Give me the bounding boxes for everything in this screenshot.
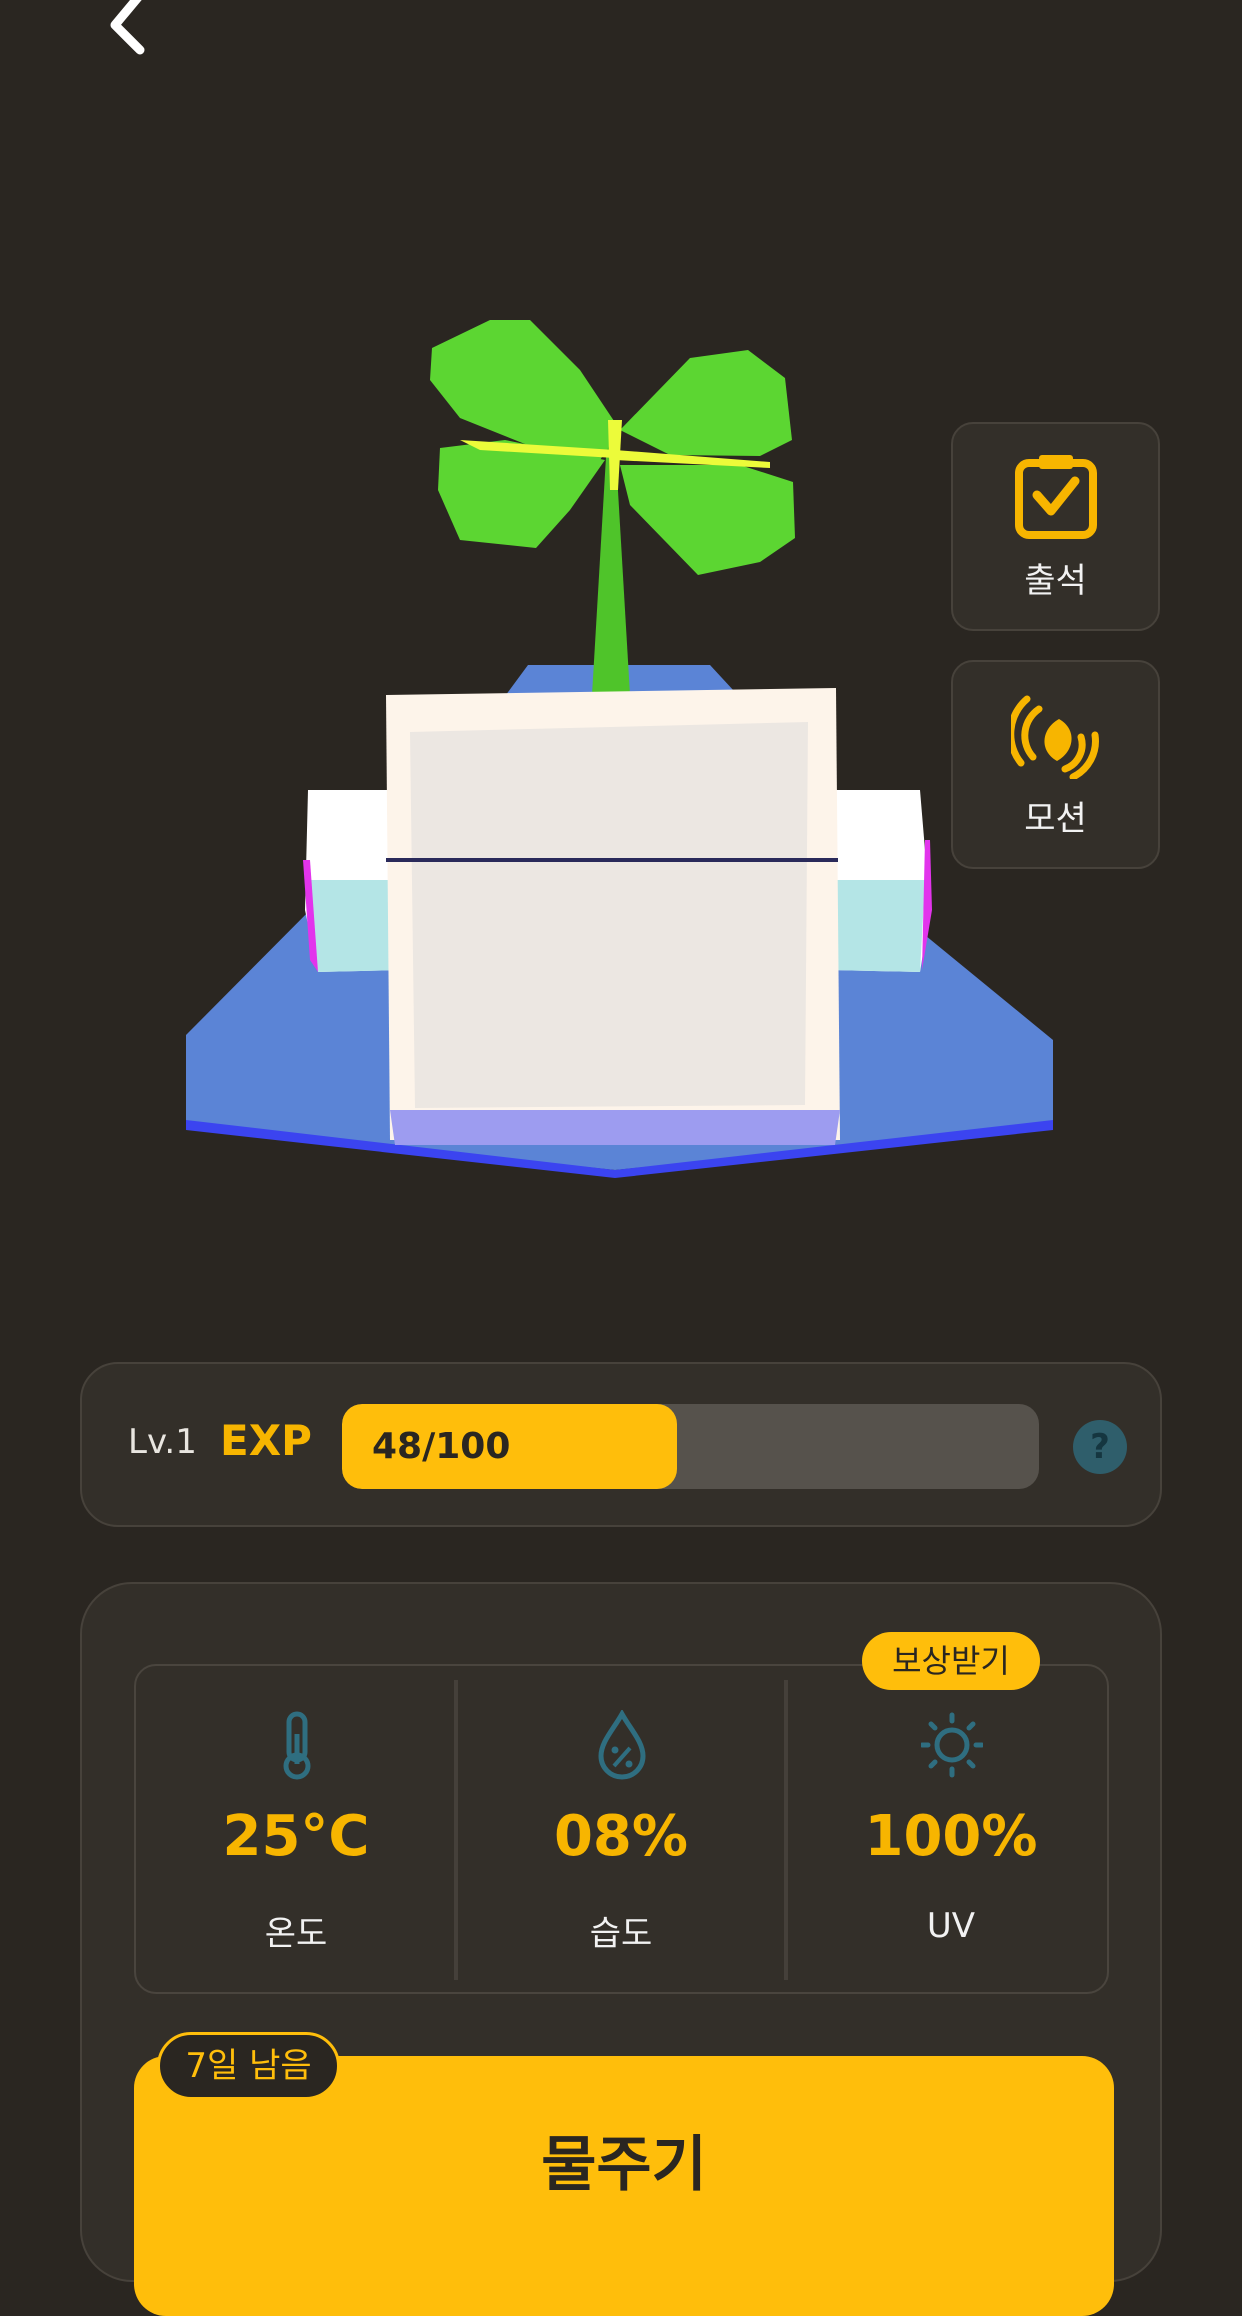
calendar-check-icon bbox=[1014, 455, 1097, 539]
motion-label: 모션 bbox=[1024, 799, 1087, 839]
plant-illustration bbox=[186, 320, 1053, 1178]
chevron-left-icon bbox=[110, 0, 145, 55]
uv-stat: 100% UV bbox=[791, 1666, 1111, 1996]
leaf-top-left bbox=[430, 320, 620, 460]
stats-box: 25°C 온도 08% 습도 100% UV bbox=[134, 1664, 1109, 1994]
question-icon[interactable]: ? bbox=[1073, 1420, 1127, 1474]
vibration-leaf-icon bbox=[1010, 695, 1099, 779]
water-button-label: 물주기 bbox=[541, 2130, 707, 2200]
exp-progress-bar: 48/100 bbox=[342, 1404, 1039, 1489]
leaf-top-right bbox=[620, 350, 792, 456]
exp-label: EXP bbox=[220, 1416, 312, 1465]
humidity-value: 08% bbox=[553, 1804, 689, 1869]
temperature-label: 온도 bbox=[264, 1914, 328, 1954]
reward-button[interactable]: 보상받기 bbox=[862, 1632, 1040, 1690]
exp-panel: Lv.1 EXP 48/100 ? bbox=[80, 1362, 1162, 1527]
leaf-bottom-right bbox=[620, 465, 795, 575]
back-button[interactable] bbox=[80, 0, 170, 70]
temperature-stat: 25°C 온도 bbox=[136, 1666, 456, 1996]
water-drop-percent-icon bbox=[598, 1710, 646, 1780]
stat-divider bbox=[454, 1680, 458, 1980]
care-panel: 25°C 온도 08% 습도 100% UV 보상받기 물주기 7일 남음 bbox=[80, 1582, 1162, 2316]
thermometer-icon bbox=[283, 1711, 311, 1780]
temperature-value: 25°C bbox=[222, 1804, 370, 1869]
exp-progress-text: 48/100 bbox=[372, 1426, 511, 1467]
uv-label: UV bbox=[926, 1906, 976, 1946]
days-left-badge: 7일 남음 bbox=[157, 2032, 340, 2100]
attendance-button[interactable]: 출석 bbox=[951, 422, 1160, 631]
motion-button[interactable]: 모션 bbox=[951, 660, 1160, 869]
humidity-stat: 08% 습도 bbox=[461, 1666, 781, 1996]
humidity-label: 습도 bbox=[589, 1914, 653, 1954]
sun-icon bbox=[921, 1712, 983, 1778]
attendance-label: 출석 bbox=[1024, 561, 1087, 601]
stat-divider bbox=[784, 1680, 788, 1980]
uv-value: 100% bbox=[864, 1804, 1038, 1869]
level-label: Lv.1 bbox=[128, 1422, 197, 1462]
leaf-bottom-left bbox=[438, 440, 605, 548]
